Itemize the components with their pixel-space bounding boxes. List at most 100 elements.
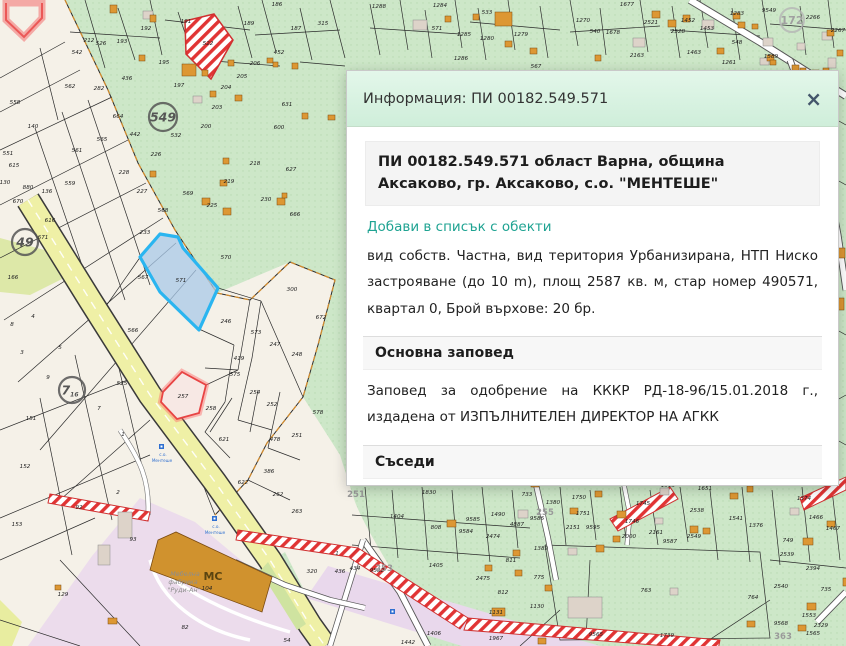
building xyxy=(513,550,520,556)
map-label: 1589 xyxy=(764,54,779,60)
map-label: 300 xyxy=(287,287,298,293)
map-label: 542 xyxy=(72,50,83,56)
map-label: 9587 xyxy=(663,539,678,545)
map-label: 152 xyxy=(20,464,31,470)
map-label: 1678 xyxy=(606,30,621,36)
svg-text:49: 49 xyxy=(15,235,34,250)
map-label: 251 xyxy=(347,490,365,500)
map-label: 600 xyxy=(274,125,285,131)
map-label: 251 xyxy=(292,433,303,439)
building xyxy=(235,95,242,101)
map-label: 672 xyxy=(316,315,327,321)
map-label: 2538 xyxy=(690,508,705,514)
map-label: 189 xyxy=(244,21,255,27)
map-label: 1553 xyxy=(802,613,817,619)
map-label: 670 xyxy=(13,199,24,205)
map-label: 2 xyxy=(116,490,120,496)
building xyxy=(202,70,208,76)
map-label: 571 xyxy=(176,278,187,284)
building xyxy=(445,16,451,22)
map-label: 1279 xyxy=(514,32,529,38)
building xyxy=(568,548,577,555)
map-label: 262 xyxy=(273,492,284,498)
map-label: 187 xyxy=(291,26,302,32)
map-label: 186 xyxy=(272,2,283,8)
map-label: 219 xyxy=(224,179,235,185)
map-label: 666 xyxy=(290,212,301,218)
building xyxy=(495,12,512,26)
map-label: 82 xyxy=(181,625,189,631)
map-label: 1746 xyxy=(625,519,640,525)
map-label: МС xyxy=(203,570,222,583)
building xyxy=(447,520,456,527)
building xyxy=(110,5,117,13)
map-label: Мебелна xyxy=(170,570,200,578)
map-label: 1389 xyxy=(534,546,549,552)
map-label: 1405 xyxy=(429,563,444,569)
map-label: 206 xyxy=(250,61,261,67)
map-label: 573 xyxy=(251,330,262,336)
map-label: 257 xyxy=(178,394,189,400)
building xyxy=(150,171,156,177)
close-icon[interactable]: × xyxy=(805,89,822,109)
map-label: 1830 xyxy=(422,490,437,496)
map-label: 93 xyxy=(129,537,137,543)
map-label: 2475 xyxy=(476,576,491,582)
building xyxy=(413,20,427,30)
map-label: 9 xyxy=(46,375,50,381)
map-label: 1374 xyxy=(797,496,812,502)
map-label: 664 xyxy=(113,114,124,120)
map-label: 540 xyxy=(590,29,601,35)
building xyxy=(223,208,231,215)
building xyxy=(282,193,287,198)
building xyxy=(108,618,117,624)
building xyxy=(538,638,546,644)
map-label: 627 xyxy=(286,167,297,173)
map-label: 1285 xyxy=(457,32,472,38)
map-label: 525 xyxy=(117,381,128,387)
map-label: 570 xyxy=(221,255,232,261)
map-label: 195 xyxy=(159,60,170,66)
building xyxy=(703,528,710,534)
map-label: 248 xyxy=(292,352,303,358)
building xyxy=(485,565,492,571)
building xyxy=(807,603,816,610)
building xyxy=(613,536,620,542)
map-label: с.о. xyxy=(212,524,220,529)
map-label: 565 xyxy=(97,137,108,143)
building xyxy=(770,60,776,65)
add-to-list-link[interactable]: Добави в списък с обекти xyxy=(367,219,818,235)
map-label: 140 xyxy=(28,124,39,130)
building xyxy=(139,55,145,61)
map-label: 1261 xyxy=(722,60,736,66)
map-label: 192 xyxy=(141,26,152,32)
map-label: 569 xyxy=(183,191,194,197)
map-label: 255 xyxy=(536,508,554,518)
map-label: 263 xyxy=(292,509,303,515)
map-label: 218 xyxy=(250,161,261,167)
building xyxy=(150,15,156,22)
building xyxy=(798,625,806,631)
map-label: 315 xyxy=(318,21,329,27)
building xyxy=(633,38,645,47)
building xyxy=(668,20,676,27)
building xyxy=(118,512,132,538)
map-label: 1284 xyxy=(433,3,448,9)
map-label: 775 xyxy=(534,575,545,581)
map-label: 1286 xyxy=(454,56,469,62)
map-label: 1 xyxy=(121,432,125,438)
map-label: 193 xyxy=(117,39,128,45)
map-label: 2539 xyxy=(780,552,795,558)
building xyxy=(228,60,234,66)
map-label: 880 xyxy=(23,185,34,191)
map-label: 811 xyxy=(506,558,517,564)
map-label: 561 xyxy=(72,148,83,154)
map-label: 228 xyxy=(119,170,130,176)
map-label: 559 xyxy=(65,181,76,187)
map-label: 2266 xyxy=(806,15,821,21)
map-label: 227 xyxy=(137,189,148,195)
map-label: 533 xyxy=(482,10,493,16)
building xyxy=(515,570,522,576)
map-label: 9565 xyxy=(589,632,604,638)
map-label: 1745 xyxy=(636,501,651,507)
